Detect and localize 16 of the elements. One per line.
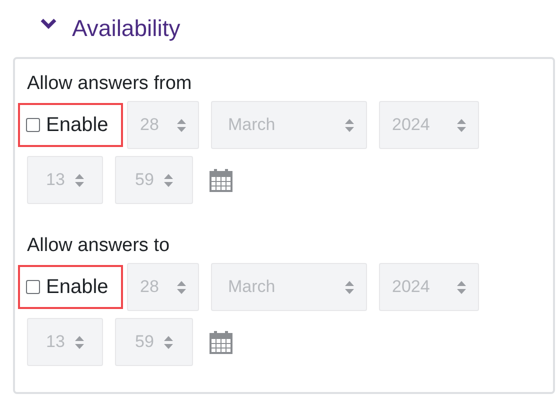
sort-arrows-icon	[74, 174, 84, 186]
sort-arrows-icon	[345, 118, 354, 132]
sort-arrows-icon	[164, 174, 173, 186]
field-label: Allow answers from	[27, 73, 193, 96]
chevron-icon[interactable]	[40, 18, 57, 30]
sort-arrows-icon	[74, 336, 84, 348]
sort-arrows-icon	[164, 336, 173, 348]
sort-arrows-icon	[345, 280, 354, 294]
section-title[interactable]: Availability	[72, 15, 180, 42]
sort-arrows-icon	[177, 280, 186, 294]
calendar-icon[interactable]	[209, 168, 233, 192]
field-label: Allow answers to	[27, 235, 171, 258]
calendar-icon[interactable]	[209, 330, 233, 354]
sort-arrows-icon	[457, 118, 466, 132]
sort-arrows-icon	[457, 280, 466, 294]
sort-arrows-icon	[177, 118, 186, 132]
